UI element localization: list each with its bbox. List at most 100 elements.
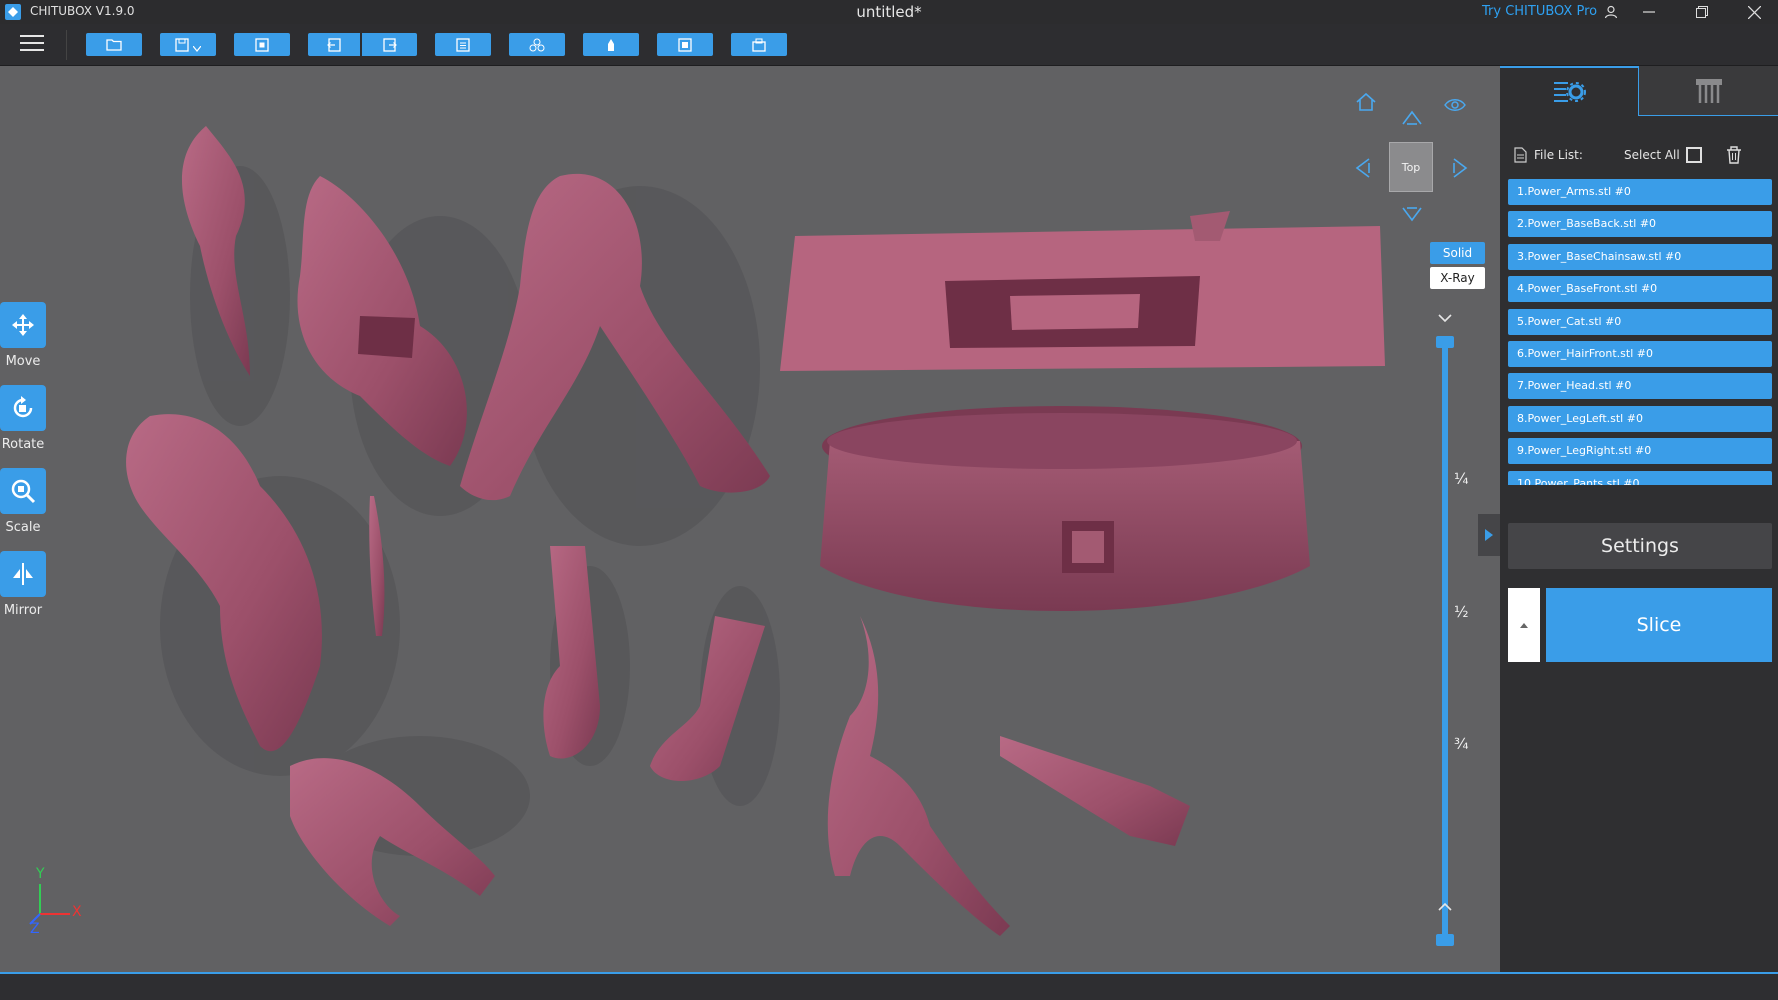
view-left-arrow-icon[interactable]	[1355, 157, 1371, 179]
view-down-arrow-icon[interactable]	[1401, 206, 1423, 222]
eye-icon[interactable]	[1444, 98, 1466, 112]
save-icon	[175, 37, 189, 52]
rotate-tool[interactable]: Rotate	[0, 385, 46, 452]
file-list-header: File List: Select All	[1512, 146, 1772, 166]
mirror-tool-label: Mirror	[3, 603, 43, 618]
right-panel: File List: Select All 1.Power_Arms.stl #…	[1500, 66, 1778, 972]
scale-tool-button[interactable]	[0, 468, 46, 514]
close-icon	[1747, 5, 1761, 19]
user-icon	[1604, 5, 1618, 19]
solid-view-button[interactable]: Solid	[1430, 242, 1485, 264]
list-item[interactable]: 7.Power_Head.stl #0	[1508, 373, 1772, 400]
undo-button[interactable]	[308, 33, 360, 56]
chevron-down-icon[interactable]	[1438, 314, 1452, 323]
panel-collapse-button[interactable]	[1478, 514, 1500, 556]
layer-slider-bottom-handle[interactable]	[1436, 934, 1454, 946]
supports-icon	[1695, 78, 1722, 103]
move-tool-label: Move	[5, 354, 41, 369]
minimize-button[interactable]	[1627, 0, 1671, 24]
mirror-tool[interactable]: Mirror	[0, 551, 46, 618]
batch-icon	[752, 38, 766, 52]
slice-button[interactable]: Slice	[1546, 588, 1772, 662]
title-bar: CHITUBOX V1.9.0 untitled* Try CHITUBOX P…	[0, 0, 1778, 24]
panel-tabs	[1500, 66, 1778, 116]
list-item[interactable]: 6.Power_HairFront.stl #0	[1508, 340, 1772, 367]
list-item[interactable]: 2.Power_BaseBack.stl #0	[1508, 211, 1772, 238]
view-cube[interactable]: Top	[1389, 142, 1433, 192]
tab-supports[interactable]	[1639, 66, 1778, 116]
batch-button[interactable]	[731, 33, 787, 56]
slider-tick-three-quarter: ¾	[1454, 735, 1469, 753]
move-icon	[12, 314, 34, 336]
save-button[interactable]	[160, 33, 216, 56]
rotate-tool-button[interactable]	[0, 385, 46, 431]
try-pro-link[interactable]: Try CHITUBOX Pro	[1482, 4, 1597, 19]
mirror-tool-button[interactable]	[0, 551, 46, 597]
menu-line	[20, 35, 44, 37]
main-toolbar	[0, 24, 1778, 66]
xray-view-button[interactable]: X-Ray	[1430, 267, 1485, 289]
restore-icon	[1696, 6, 1708, 18]
restore-button[interactable]	[1680, 0, 1724, 24]
list-item[interactable]: 9.Power_LegRight.stl #0	[1508, 438, 1772, 465]
move-tool[interactable]: Move	[0, 302, 46, 369]
layer-slider-track[interactable]	[1442, 340, 1448, 944]
file-list[interactable]: 1.Power_Arms.stl #0 2.Power_BaseBack.stl…	[1508, 179, 1772, 485]
chevron-up-icon[interactable]	[1438, 902, 1452, 911]
list-item[interactable]: 10.Power_Pants.stl #0	[1508, 470, 1772, 485]
layer-button[interactable]	[435, 33, 491, 56]
axis-y-label: Y	[36, 866, 45, 882]
import-button[interactable]	[234, 33, 290, 56]
mirror-icon	[13, 563, 33, 585]
redo-icon	[382, 37, 397, 52]
folder-icon	[106, 39, 122, 51]
tab-settings[interactable]	[1500, 66, 1639, 116]
chevron-down-icon	[193, 45, 201, 52]
rotate-tool-label: Rotate	[1, 437, 45, 452]
minimize-icon	[1643, 11, 1655, 13]
home-view-icon[interactable]	[1355, 92, 1377, 112]
print-button[interactable]	[657, 33, 713, 56]
caret-right-icon	[1485, 529, 1493, 541]
axis-x-label: X	[72, 904, 82, 920]
list-item[interactable]: 5.Power_Cat.stl #0	[1508, 308, 1772, 335]
scale-tool[interactable]: Scale	[0, 468, 46, 535]
support-icon	[608, 38, 614, 51]
slider-tick-quarter: ¼	[1454, 470, 1469, 488]
viewport-3d[interactable]: Y X Z Move Rotate Scale Mirror Top Solid…	[0, 66, 1500, 972]
list-item[interactable]: 4.Power_BaseFront.stl #0	[1508, 276, 1772, 303]
list-item[interactable]: 3.Power_BaseChainsaw.stl #0	[1508, 243, 1772, 270]
hollow-icon	[529, 38, 545, 51]
trash-icon[interactable]	[1726, 146, 1742, 164]
axis-z-label: Z	[30, 921, 40, 937]
close-button[interactable]	[1732, 0, 1776, 24]
view-up-arrow-icon[interactable]	[1401, 110, 1423, 126]
slider-tick-half: ½	[1454, 603, 1469, 621]
toolbar-divider	[66, 30, 67, 60]
menu-button[interactable]	[20, 35, 44, 55]
slice-options-button[interactable]	[1508, 588, 1540, 662]
move-tool-button[interactable]	[0, 302, 46, 348]
view-right-arrow-icon[interactable]	[1452, 157, 1468, 179]
file-list-label: File List:	[1534, 148, 1583, 162]
chitubox-logo-icon	[5, 4, 21, 20]
menu-line	[20, 49, 44, 51]
open-file-button[interactable]	[86, 33, 142, 56]
status-bar	[0, 972, 1778, 1000]
model-scene	[29, 126, 1385, 936]
rotate-icon	[13, 396, 33, 418]
undo-icon	[327, 37, 341, 52]
list-item[interactable]: 1.Power_Arms.stl #0	[1508, 179, 1772, 205]
redo-button[interactable]	[362, 33, 417, 56]
select-all-checkbox[interactable]	[1686, 147, 1702, 163]
hollow-button[interactable]	[509, 33, 565, 56]
document-icon	[1514, 147, 1527, 163]
settings-button[interactable]: Settings	[1508, 523, 1772, 569]
menu-line	[20, 42, 44, 44]
layer-icon	[456, 37, 470, 52]
layer-slider-top-handle[interactable]	[1436, 336, 1454, 348]
import-icon	[255, 37, 269, 52]
app-name: CHITUBOX V1.9.0	[30, 4, 135, 18]
support-button[interactable]	[583, 33, 639, 56]
list-item[interactable]: 8.Power_LegLeft.stl #0	[1508, 405, 1772, 432]
